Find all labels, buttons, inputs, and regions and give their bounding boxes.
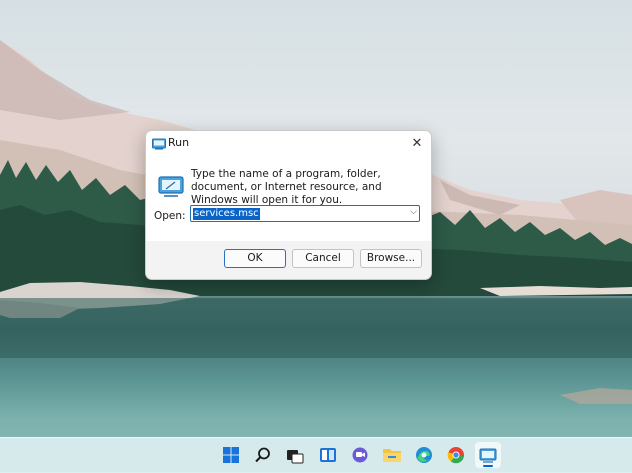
- start-icon[interactable]: [220, 444, 242, 466]
- dialog-description: Type the name of a program, folder, docu…: [191, 168, 382, 206]
- file-explorer-icon[interactable]: [381, 444, 403, 466]
- edge-icon[interactable]: [413, 444, 435, 466]
- browse-button[interactable]: Browse...: [360, 249, 422, 268]
- taskbar: [0, 437, 632, 473]
- active-indicator: [483, 465, 493, 467]
- chat-icon[interactable]: [349, 444, 371, 466]
- search-icon[interactable]: [252, 444, 274, 466]
- run-dialog: Run ✕ Type the name of a program, folder…: [145, 130, 432, 280]
- dialog-titlebar[interactable]: Run ✕: [146, 131, 431, 157]
- dialog-body: Type the name of a program, folder, docu…: [146, 157, 431, 241]
- open-combobox[interactable]: services.msc ⌵: [190, 205, 420, 222]
- close-icon: ✕: [411, 135, 423, 151]
- chevron-down-icon[interactable]: ⌵: [410, 207, 417, 217]
- widgets-icon[interactable]: [317, 444, 339, 466]
- cancel-button[interactable]: Cancel: [292, 249, 354, 268]
- run-program-icon: [158, 173, 184, 199]
- open-input-value[interactable]: services.msc: [193, 208, 260, 220]
- task-view-icon[interactable]: [284, 444, 306, 466]
- dialog-title: Run: [168, 136, 190, 149]
- chrome-icon[interactable]: [445, 444, 467, 466]
- open-label: Open:: [154, 210, 186, 222]
- run-app-icon: [152, 137, 166, 151]
- run-app-icon[interactable]: [475, 442, 501, 468]
- close-button[interactable]: ✕: [403, 131, 431, 155]
- ok-button[interactable]: OK: [224, 249, 286, 268]
